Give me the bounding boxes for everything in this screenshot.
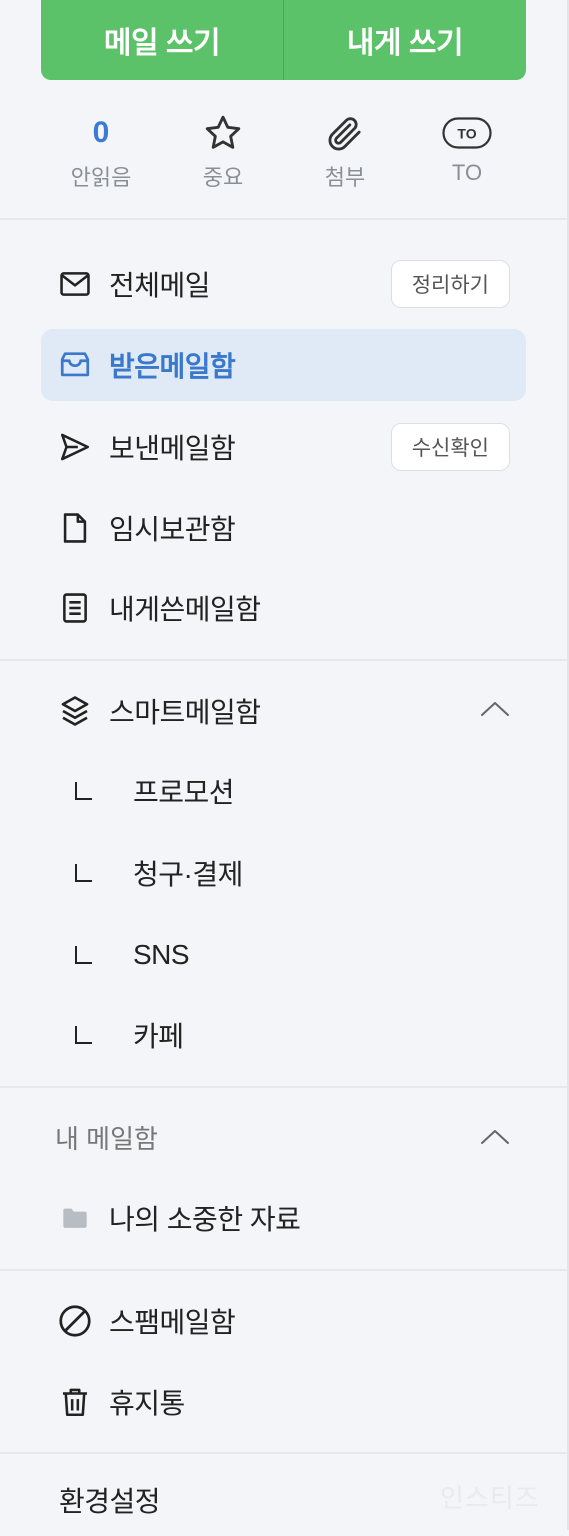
read-receipt-button[interactable]: 수신확인	[390, 423, 510, 471]
quick-filters: 0 안읽음 중요 첨부 TO TO	[40, 110, 528, 200]
drafts-label: 임시보관함	[109, 514, 236, 545]
smart-item-sns[interactable]: SNS	[41, 920, 526, 990]
smart-item-label: 청구·결제	[133, 859, 243, 890]
tree-branch-icon	[75, 782, 92, 800]
block-icon	[57, 1303, 93, 1339]
chevron-up-icon[interactable]	[480, 1125, 510, 1149]
nav-all-mail[interactable]: 전체메일 정리하기	[41, 248, 526, 320]
to-filter[interactable]: TO TO	[406, 110, 528, 200]
note-icon	[57, 590, 93, 626]
envelope-icon	[57, 266, 93, 302]
divider	[0, 1086, 567, 1088]
divider	[0, 1269, 567, 1271]
my-mailbox-label: 내 메일함	[55, 1123, 158, 1154]
my-mailbox-header[interactable]: 내 메일함	[41, 1102, 526, 1172]
folder-item[interactable]: 나의 소중한 자료	[41, 1182, 526, 1254]
important-filter[interactable]: 중요	[162, 110, 284, 200]
write-to-me-button[interactable]: 내게 쓰기	[284, 0, 526, 80]
compose-bar: 메일 쓰기 내게 쓰기	[41, 0, 526, 80]
unread-label: 안읽음	[70, 165, 132, 190]
organize-button[interactable]: 정리하기	[390, 260, 510, 308]
nav-to-me[interactable]: 내게쓴메일함	[41, 572, 526, 644]
tree-branch-icon	[75, 864, 92, 882]
smart-item-label: 프로모션	[133, 777, 235, 808]
divider	[0, 659, 567, 661]
nav-trash[interactable]: 휴지통	[41, 1366, 526, 1438]
smart-item-label: 카페	[133, 1021, 184, 1052]
inbox-icon	[57, 347, 93, 383]
spam-label: 스팸메일함	[109, 1307, 236, 1338]
unread-count: 0	[92, 116, 110, 149]
inbox-label: 받은메일함	[109, 351, 236, 382]
chevron-up-icon[interactable]	[480, 697, 510, 721]
smart-item-promotion[interactable]: 프로모션	[41, 756, 526, 826]
nav-spam[interactable]: 스팸메일함	[41, 1285, 526, 1357]
divider	[0, 218, 567, 220]
smart-mailbox-label: 스마트메일함	[109, 697, 261, 728]
watermark: 인스티즈	[440, 1483, 540, 1513]
tree-branch-icon	[75, 946, 92, 964]
folder-label: 나의 소중한 자료	[109, 1204, 301, 1235]
attachment-label: 첨부	[324, 165, 366, 190]
attachment-filter[interactable]: 첨부	[284, 110, 406, 200]
smart-item-cafe[interactable]: 카페	[41, 1000, 526, 1070]
layers-icon	[57, 693, 93, 729]
settings-label: 환경설정	[59, 1486, 161, 1517]
nav-drafts[interactable]: 임시보관함	[41, 492, 526, 564]
important-label: 중요	[202, 165, 244, 190]
smart-mailbox-header[interactable]: 스마트메일함	[41, 675, 526, 747]
star-icon	[205, 115, 241, 149]
paperclip-icon	[328, 117, 361, 151]
divider	[0, 1452, 567, 1454]
unread-filter[interactable]: 0 안읽음	[40, 110, 162, 200]
all-mail-label: 전체메일	[109, 270, 211, 301]
smart-item-billing[interactable]: 청구·결제	[41, 838, 526, 908]
trash-icon	[57, 1384, 93, 1420]
nav-sent[interactable]: 보낸메일함 수신확인	[41, 411, 526, 483]
write-mail-button[interactable]: 메일 쓰기	[41, 0, 283, 80]
tree-branch-icon	[75, 1026, 92, 1044]
folder-icon	[57, 1200, 93, 1236]
nav-inbox[interactable]: 받은메일함	[41, 329, 526, 401]
sent-label: 보낸메일함	[109, 433, 236, 464]
document-icon	[57, 510, 93, 546]
to-me-label: 내게쓴메일함	[109, 594, 261, 625]
smart-item-label: SNS	[133, 939, 190, 970]
to-label: TO	[451, 160, 483, 185]
to-badge-icon: TO	[442, 117, 492, 149]
trash-label: 휴지통	[109, 1388, 185, 1419]
to-badge-text: TO	[457, 126, 476, 142]
send-icon	[57, 429, 93, 465]
